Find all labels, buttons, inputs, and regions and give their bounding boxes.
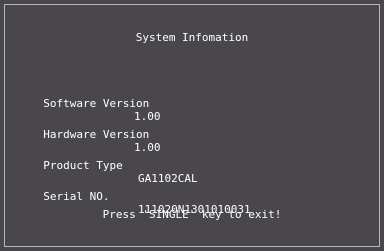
hardware-version-label: Hardware Version (43, 128, 150, 141)
product-type-value: GA1102CAL (138, 172, 198, 185)
software-version-label: Software Version (43, 97, 150, 110)
serial-number-label: Serial NO. (43, 190, 110, 203)
exit-hint: Press 'SINGLE' key to exit! (102, 208, 282, 221)
product-type-label: Product Type (43, 159, 123, 172)
page-title: System Infomation (135, 31, 249, 44)
hardware-version-value: 1.00 (134, 141, 161, 154)
